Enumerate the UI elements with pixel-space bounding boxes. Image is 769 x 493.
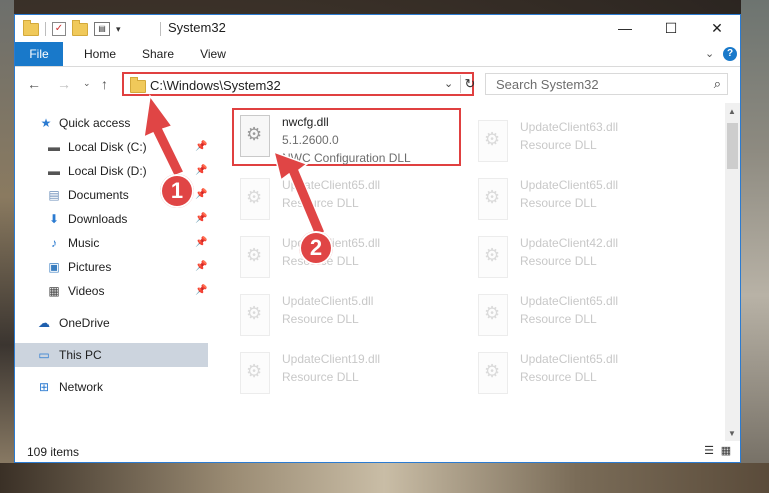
step-badge-1: 1	[160, 174, 194, 208]
arrow-1	[143, 94, 186, 177]
annotation-arrows	[143, 94, 326, 237]
step-badge-2: 2	[299, 231, 333, 265]
arrow-2	[272, 150, 326, 237]
